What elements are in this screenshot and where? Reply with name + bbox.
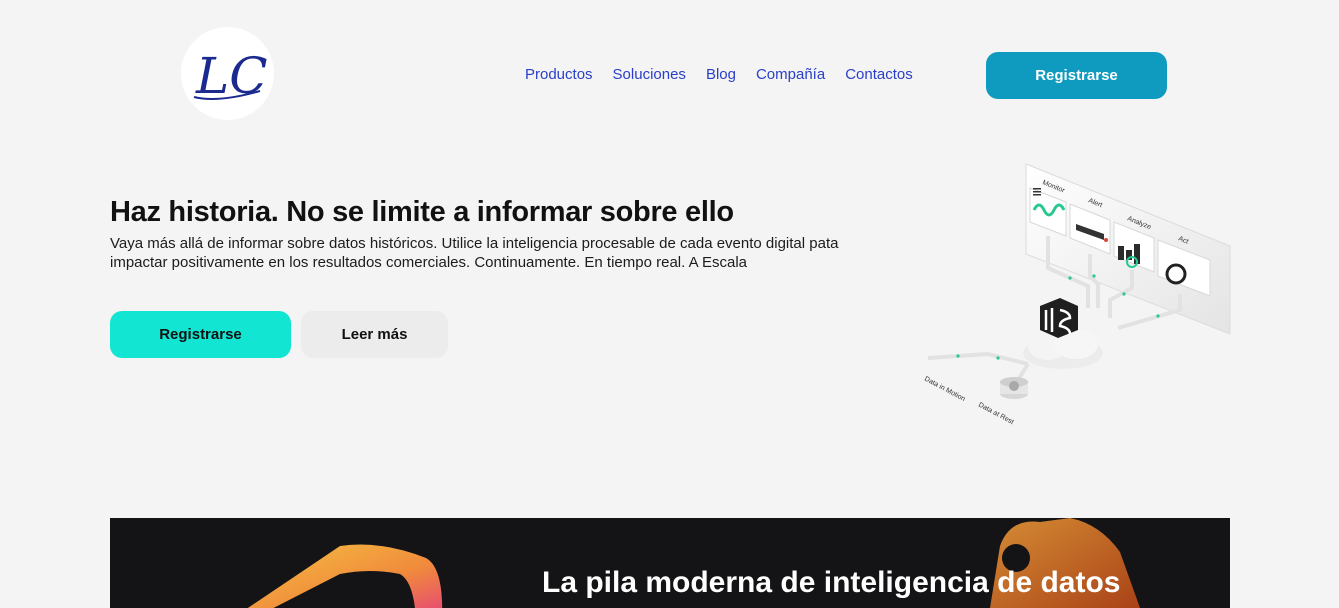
logo-icon: LC [193,47,267,105]
logo[interactable]: LC [181,27,274,120]
read-more-button[interactable]: Leer más [301,311,448,358]
label-data-in-motion: Data in Motion [923,376,966,403]
hero-subtitle: Vaya más allá de informar sobre datos hi… [110,235,839,271]
hero-register-button[interactable]: Registrarse [110,311,291,358]
hero-title: Haz historia. No se limite a informar so… [110,196,734,228]
database-icon [1009,381,1019,391]
section-title: La pila moderna de inteligencia de datos [542,566,1121,599]
data-flow-illustration: Monitor Alert Analyze Act Data in Motion… [923,163,1231,426]
svg-text:LC: LC [195,47,267,105]
nav-soluciones[interactable]: Soluciones [613,66,686,83]
main-nav: Productos Soluciones Blog Compañía Conta… [525,66,913,83]
nav-productos[interactable]: Productos [525,66,593,83]
decorative-3d-shape-left [247,544,443,608]
nav-contactos[interactable]: Contactos [845,66,913,83]
nav-blog[interactable]: Blog [706,66,736,83]
label-data-at-rest: Data at Rest [977,402,1015,426]
header-register-button[interactable]: Registrarse [986,52,1167,99]
nav-compania[interactable]: Compañía [756,66,825,83]
data-stack-section: La pila moderna de inteligencia de datos [110,518,1230,608]
